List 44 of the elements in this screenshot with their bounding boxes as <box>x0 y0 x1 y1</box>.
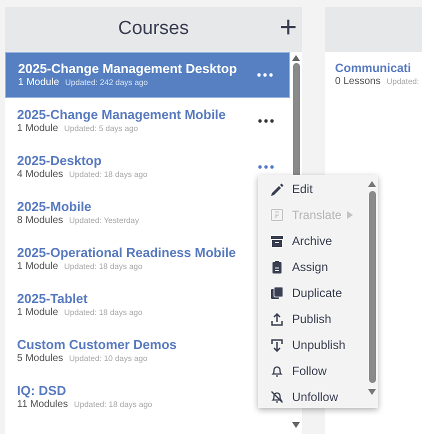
panel-title: Courses <box>118 17 189 42</box>
lesson-count: 0 Lessons <box>335 76 381 88</box>
course-title: 2025-Change Management Mobile <box>17 107 226 123</box>
archive-box-icon <box>270 234 284 248</box>
course-title: 2025-Desktop <box>17 153 102 169</box>
updated-time: Updated: 242 days ago <box>65 77 148 89</box>
module-count: 1 Module <box>17 307 58 319</box>
module-count: 4 Modules <box>17 169 64 181</box>
bell-icon <box>270 364 284 378</box>
pencil-icon <box>270 182 284 196</box>
module-count: 11 Modules <box>17 399 68 411</box>
updated-time: Updated: 10 days ago <box>69 353 148 365</box>
copy-icon <box>270 286 284 300</box>
translate-icon <box>270 208 284 222</box>
module-title[interactable]: Communicati <box>335 60 412 76</box>
course-item[interactable]: 2025-Change Management Desktop 1 Module Updated: 242 days ago <box>5 52 290 98</box>
course-title: Custom Customer Demos <box>17 337 177 353</box>
updated-time: Updated: 5 days ago <box>64 123 138 135</box>
bell-off-icon <box>270 390 284 404</box>
module-count: 1 Module <box>17 261 58 273</box>
course-title: 2025-Operational Readiness Mobile <box>17 245 236 261</box>
scroll-down-icon[interactable] <box>292 422 300 428</box>
module-count: 5 Modules <box>17 353 64 365</box>
clipboard-icon <box>270 260 284 274</box>
course-title: 2025-Change Management Desktop <box>18 61 237 77</box>
add-button[interactable]: + <box>279 13 297 43</box>
course-title: IQ: DSD <box>17 383 66 399</box>
course-title: 2025-Mobile <box>17 199 92 215</box>
updated-time: Updated: 18 days ago <box>64 307 142 319</box>
updated-time: Updated: <box>386 76 420 88</box>
scroll-up-icon[interactable] <box>368 181 376 187</box>
updated-time: Updated: Yesterday <box>69 215 139 227</box>
module-count: 8 Modules <box>17 215 64 227</box>
module-count: 1 Module <box>18 77 60 89</box>
scrollbar-thumb[interactable] <box>368 191 376 383</box>
updated-time: Updated: 18 days ago <box>74 399 152 411</box>
scroll-up-icon[interactable] <box>292 55 300 61</box>
updated-time: Updated: 18 days ago <box>64 261 142 273</box>
upload-icon <box>270 312 284 326</box>
updated-time: Updated: 18 days ago <box>69 169 148 181</box>
scroll-down-icon[interactable] <box>368 389 376 395</box>
download-icon <box>270 338 284 352</box>
course-title: 2025-Tablet <box>17 291 88 307</box>
module-count: 1 Module <box>17 123 58 135</box>
